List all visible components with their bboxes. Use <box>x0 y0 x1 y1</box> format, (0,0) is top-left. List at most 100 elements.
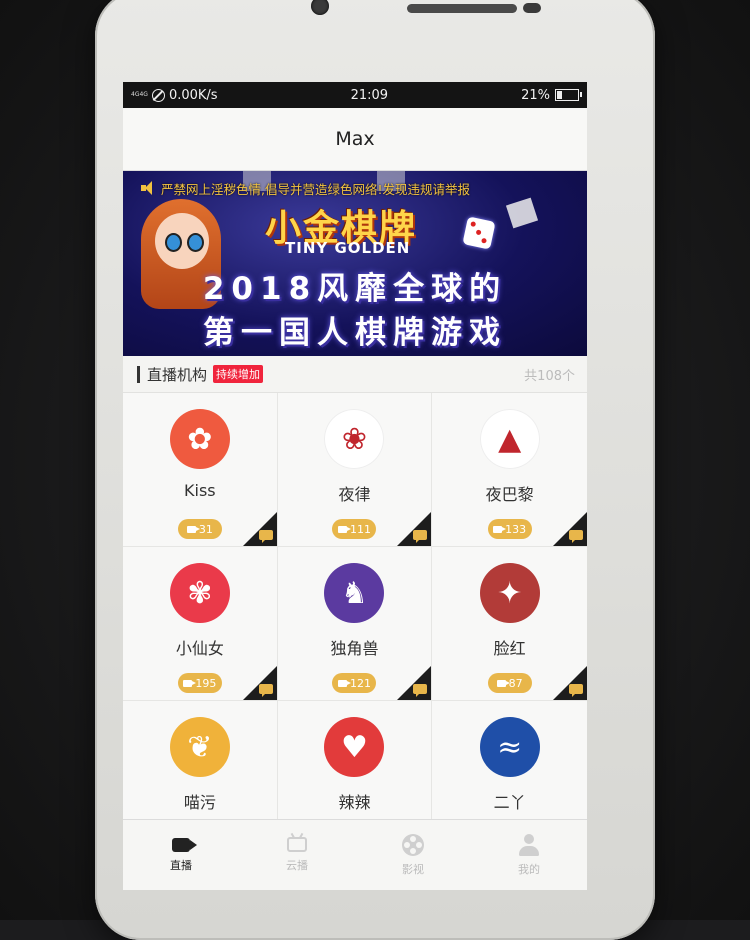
platform-grid: ✿ Kiss 31 ❀ 夜律 111 ▲ 夜巴黎 133 ✾ 小仙女 195 ♞ 独角兽 121 ✦ 脸红 87 ❦… <box>123 393 587 855</box>
bunny-girl-icon: ❦ <box>187 729 213 765</box>
mermaid-icon: ≈ <box>497 729 523 765</box>
clock: 21:09 <box>350 87 389 103</box>
tab-live[interactable]: 直播 <box>123 820 239 890</box>
chat-bubble-icon <box>413 530 428 543</box>
banner-headline-line1: 2018风靡全球的 <box>202 271 508 307</box>
platform-name: 独角兽 <box>330 639 379 658</box>
chat-bubble-icon <box>569 684 583 697</box>
corner-tag <box>397 666 432 700</box>
platform-name: 小仙女 <box>175 639 224 658</box>
video-camera-icon <box>337 525 351 533</box>
video-camera-icon <box>496 679 510 687</box>
bottom-tab-bar: 直播 云播 影视 我的 <box>123 819 587 890</box>
battery-percent: 21% <box>521 87 550 103</box>
battery-icon <box>555 89 582 101</box>
dice-icon <box>505 197 539 229</box>
promo-banner[interactable]: 严禁网上淫秽色情,倡导并营造绿色网络!发现违规请举报 小金棋牌 TINY GOL… <box>123 171 587 356</box>
platform-name: 夜巴黎 <box>485 485 534 504</box>
section-badge: 持续增加 <box>213 365 264 383</box>
section-header: 直播机构 持续增加 共108个 <box>123 356 587 393</box>
viewer-count-badge: 195 <box>177 673 222 693</box>
platform-name: 二丫 <box>493 793 526 812</box>
tab-label: 影视 <box>402 862 424 876</box>
do-not-disturb-icon <box>151 88 165 102</box>
platform-name: Kiss <box>184 481 216 500</box>
corner-tag <box>397 512 432 546</box>
title-bar: Max <box>123 108 587 171</box>
fairy-icon: ✿ <box>187 421 213 457</box>
network-speed: 0.00K/s <box>168 87 218 103</box>
user-icon <box>518 833 540 856</box>
viewer-count: 121 <box>349 676 371 690</box>
phone-screen: 4G4G 0.00K/s 21:09 21% Max 严禁网上淫秽色情,倡导并营… <box>123 82 587 890</box>
platform-avatar: ✾ <box>169 563 230 623</box>
proximity-sensor <box>523 3 541 13</box>
viewer-count-badge: 111 <box>332 519 377 539</box>
platform-name: 脸红 <box>493 639 526 658</box>
tab-label: 直播 <box>170 858 192 872</box>
viewer-count-badge: 133 <box>487 519 532 539</box>
platform-card[interactable]: ♞ 独角兽 121 <box>277 547 433 701</box>
platform-name: 辣辣 <box>338 793 371 812</box>
earpiece-speaker <box>407 4 517 13</box>
viewer-count: 111 <box>349 522 371 536</box>
viewer-count-badge: 121 <box>332 673 377 693</box>
video-camera-icon <box>337 679 351 687</box>
platform-avatar: ≈ <box>479 717 540 777</box>
section-count: 共108个 <box>524 368 575 384</box>
eiffel-tower-logo-icon: ▲ <box>498 421 522 457</box>
viewer-count: 87 <box>508 676 523 690</box>
game-logo-title: 小金棋牌 <box>265 207 418 249</box>
platform-name: 夜律 <box>338 485 371 504</box>
anime-girl-icon: ✦ <box>497 575 523 611</box>
corner-tag <box>242 666 277 700</box>
viewer-count: 133 <box>505 522 527 536</box>
corner-tag <box>553 512 587 546</box>
section-accent-bar <box>137 365 140 383</box>
video-camera-icon <box>183 679 197 687</box>
platform-avatar: ♥ <box>324 717 385 777</box>
chat-bubble-icon <box>258 530 273 543</box>
platform-avatar: ✦ <box>479 563 540 623</box>
chat-bubble-icon <box>569 530 583 543</box>
platform-card[interactable]: ✿ Kiss 31 <box>123 393 278 547</box>
section-title: 直播机构 <box>147 365 208 384</box>
viewer-count-badge: 87 <box>487 673 532 693</box>
front-camera <box>311 0 329 15</box>
unicorn-icon: ♞ <box>341 575 368 611</box>
red-lady-logo-icon: ❀ <box>341 421 368 457</box>
chat-bubble-icon <box>413 684 428 697</box>
viewer-count-badge: 31 <box>177 519 222 539</box>
platform-card[interactable]: ✦ 脸红 87 <box>432 547 587 701</box>
platform-card[interactable]: ❀ 夜律 111 <box>277 393 433 547</box>
film-reel-icon <box>402 833 424 856</box>
signal-indicator: 4G4G <box>131 91 148 98</box>
platform-avatar: ♞ <box>324 563 385 623</box>
platform-name: 喵污 <box>183 793 216 812</box>
status-bar: 4G4G 0.00K/s 21:09 21% <box>123 82 587 108</box>
video-camera-icon <box>186 525 200 533</box>
tab-label: 云播 <box>286 859 308 872</box>
platform-avatar: ✿ <box>169 409 230 469</box>
platform-card[interactable]: ▲ 夜巴黎 133 <box>432 393 587 547</box>
tv-icon <box>287 837 307 852</box>
tab-cloud[interactable]: 云播 <box>239 820 355 890</box>
game-logo-subtitle: TINY GOLDEN <box>285 239 411 257</box>
chat-bubble-icon <box>258 684 273 697</box>
platform-avatar: ❦ <box>169 717 230 777</box>
tab-profile[interactable]: 我的 <box>471 820 587 890</box>
tab-movies[interactable]: 影视 <box>355 820 471 890</box>
corner-tag <box>242 512 277 546</box>
video-camera-icon <box>172 837 197 852</box>
video-camera-icon <box>493 525 507 533</box>
platform-avatar: ▲ <box>479 409 540 469</box>
corner-tag <box>553 666 587 700</box>
tab-label: 我的 <box>518 862 540 876</box>
fairy-girl-icon: ✾ <box>187 575 213 611</box>
dice-icon <box>462 216 496 250</box>
woman-photo-icon: ♥ <box>341 729 368 765</box>
viewer-count: 31 <box>198 522 213 536</box>
viewer-count: 195 <box>195 676 217 690</box>
page-title: Max <box>335 128 375 150</box>
platform-card[interactable]: ✾ 小仙女 195 <box>123 547 278 701</box>
